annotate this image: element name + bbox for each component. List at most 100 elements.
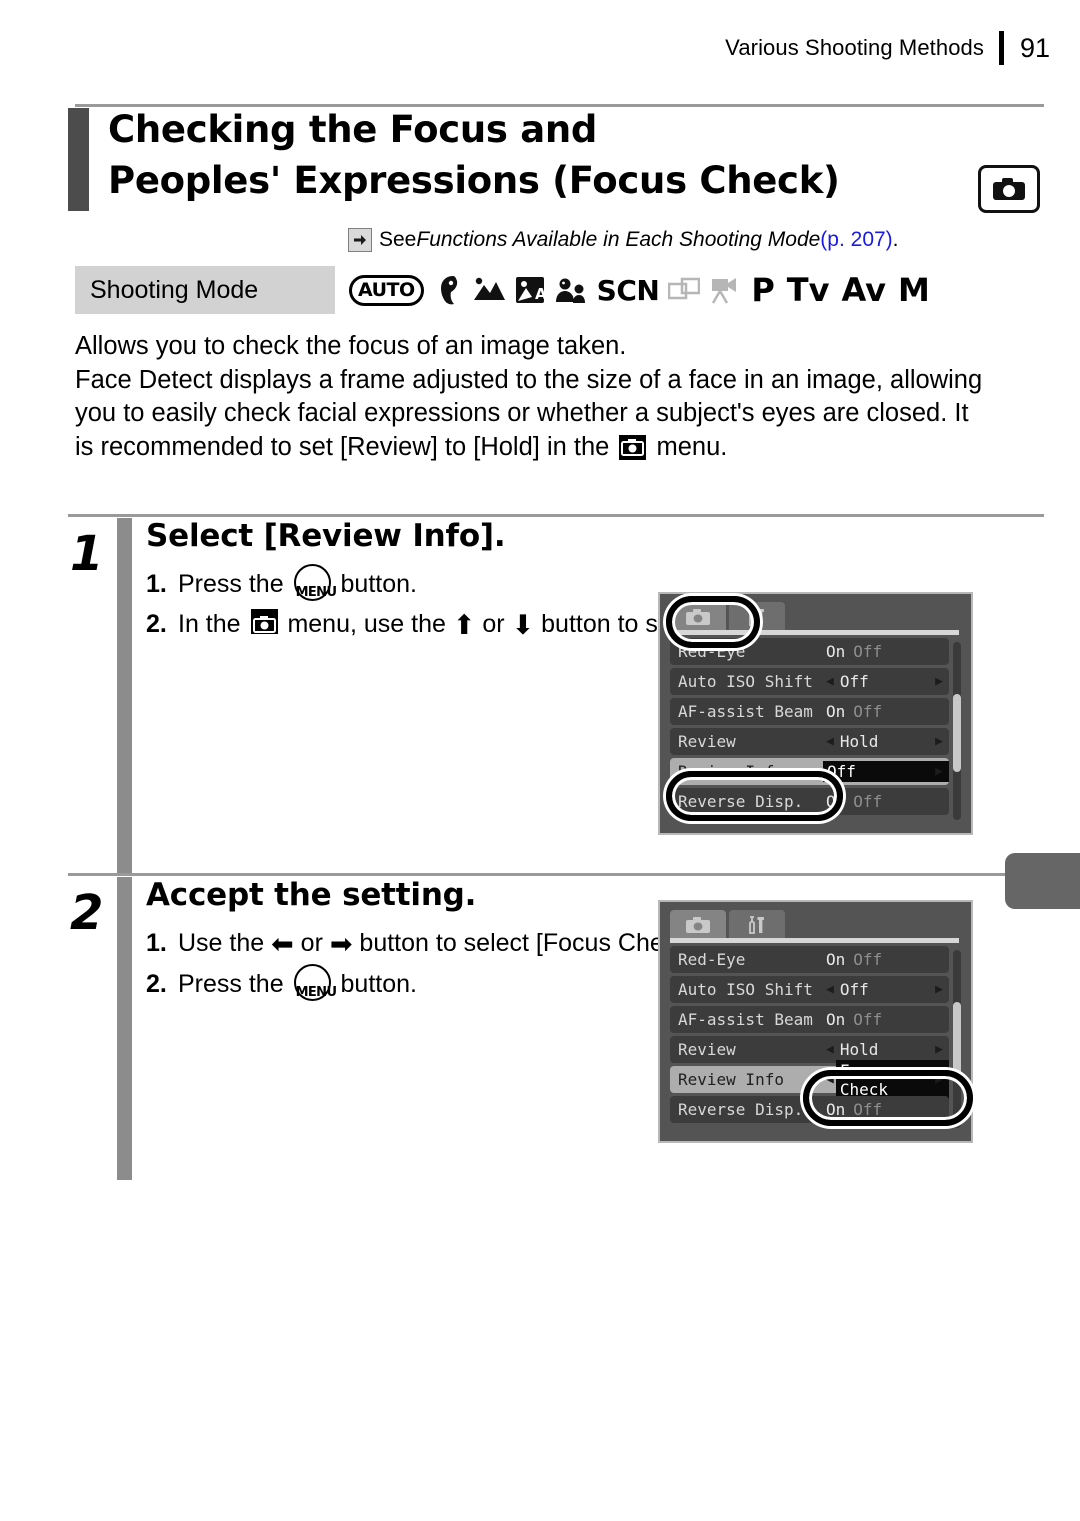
- page-title: Checking the Focus and Peoples' Expressi…: [108, 104, 840, 206]
- value-on: On: [826, 950, 846, 969]
- menu-row-review[interactable]: Review ◀ Hold ▶: [670, 728, 949, 755]
- menu-row-label: AF-assist Beam: [678, 702, 813, 721]
- menu-button-icon: MENU: [293, 964, 337, 1001]
- left-caret-icon[interactable]: ◀: [826, 1072, 834, 1087]
- left-caret-icon[interactable]: ◀: [826, 674, 834, 689]
- down-arrow-icon: ⬇: [511, 610, 535, 640]
- lcd-scrollbar-thumb-1[interactable]: [953, 694, 961, 772]
- see-also-page-link[interactable]: (p. 207): [820, 228, 892, 252]
- right-caret-icon[interactable]: ▶: [935, 982, 943, 997]
- step-2-substep-1-a: Use the: [178, 929, 272, 957]
- menu-row-value: ◀ Off ▶: [826, 671, 949, 692]
- step-2-substep-2-b: button.: [333, 970, 417, 998]
- lcd-scrollbar-track-1[interactable]: [953, 642, 961, 820]
- menu-row-value: On Off: [826, 642, 949, 661]
- menu-row-value: ◀ Focus Check ▶: [826, 1059, 949, 1100]
- intro-paragraph-2: Face Detect displays a frame adjusted to…: [75, 364, 990, 465]
- tv-mode-icon: Tv: [786, 271, 830, 309]
- left-caret-icon[interactable]: ◀: [826, 982, 834, 997]
- step-1-substep-2-b: menu, use the: [280, 610, 453, 638]
- menu-row-af-assist-beam[interactable]: AF-assist Beam On Off: [670, 1006, 949, 1033]
- movie-mode-icon: [709, 275, 739, 305]
- menu-row-label: Reverse Disp.: [678, 1100, 804, 1119]
- scn-mode-icon: SCN: [596, 273, 660, 307]
- camera-menu-icon: [619, 434, 647, 460]
- see-also-suffix: .: [892, 228, 899, 251]
- step-1-rule: [68, 514, 1044, 517]
- menu-row-review-info[interactable]: Review Info Off ▶: [670, 758, 949, 785]
- left-caret-icon[interactable]: ◀: [826, 1042, 834, 1057]
- camera-tab-icon[interactable]: [670, 910, 726, 940]
- menu-row-label: Review: [678, 1040, 736, 1059]
- menu-row-label: Red-Eye: [678, 950, 746, 969]
- see-also-reference: See Functions Available in Each Shooting…: [348, 228, 899, 252]
- landscape-mode-icon: [472, 275, 506, 305]
- value-off: Off: [853, 702, 883, 721]
- step-2-accent-bar: [117, 877, 132, 1180]
- menu-row-reverse-disp[interactable]: Reverse Disp. On Off: [670, 1096, 949, 1123]
- menu-row-red-eye[interactable]: Red-Eye On Off: [670, 946, 949, 973]
- menu-row-reverse-disp[interactable]: Reverse Disp. On Off: [670, 788, 949, 815]
- menu-row-auto-iso-shift[interactable]: Auto ISO Shift ◀ Off ▶: [670, 668, 949, 695]
- lcd-tab-underline-1: [670, 630, 959, 635]
- value-on: On: [826, 792, 846, 811]
- tools-tab-icon[interactable]: [729, 910, 785, 940]
- value-text: Hold: [839, 1040, 879, 1059]
- step-1-accent-bar: [117, 518, 132, 873]
- menu-row-label: Review: [678, 732, 736, 751]
- menu-row-label: AF-assist Beam: [678, 1010, 813, 1029]
- menu-row-label: Reverse Disp.: [678, 792, 804, 811]
- value-off: Off: [853, 1100, 883, 1119]
- value-text: Focus Check: [835, 1059, 949, 1100]
- camera-tab-icon[interactable]: [670, 602, 726, 632]
- step-2-substep-2-number: 2.: [146, 970, 167, 998]
- menu-row-af-assist-beam[interactable]: AF-assist Beam On Off: [670, 698, 949, 725]
- menu-row-value: On Off: [826, 1100, 949, 1119]
- right-arrow-icon: [348, 228, 372, 252]
- portrait-mode-icon: [433, 274, 463, 306]
- page-number: 91: [1020, 32, 1051, 63]
- right-arrow-icon: ➡: [329, 929, 353, 959]
- menu-row-label: Auto ISO Shift: [678, 672, 813, 691]
- review-info-off-screen: Red-Eye On Off Auto ISO Shift ◀ Off ▶ AF-as…: [658, 592, 973, 835]
- step-2-number: 2: [70, 885, 104, 941]
- lcd-scrollbar-thumb-2[interactable]: [953, 1002, 961, 1080]
- svg-text:A: A: [535, 285, 545, 303]
- see-also-prefix: See: [379, 228, 417, 251]
- left-caret-icon[interactable]: ◀: [826, 734, 834, 749]
- camera-menu-icon: [250, 609, 278, 634]
- up-arrow-icon: ⬆: [452, 610, 476, 640]
- menu-row-label: Auto ISO Shift: [678, 980, 813, 999]
- step-1-substep-2-a: In the: [178, 610, 248, 638]
- right-caret-icon[interactable]: ▶: [935, 764, 943, 779]
- intro-paragraph-2-b: menu.: [649, 432, 728, 461]
- right-caret-icon[interactable]: ▶: [935, 1072, 943, 1087]
- step-1-substep-1-b: button.: [333, 570, 417, 598]
- right-caret-icon[interactable]: ▶: [935, 1042, 943, 1057]
- step-2-rule: [68, 873, 1044, 876]
- menu-row-value: ◀ Hold ▶: [826, 731, 949, 752]
- auto-mode-icon: AUTO: [349, 274, 424, 306]
- lcd-tab-strip-1: [670, 602, 785, 632]
- lcd-tab-strip-2: [670, 910, 785, 940]
- page-edge-tab: [1005, 853, 1080, 909]
- shooting-mode-bar: Shooting Mode AUTO A SCN P Tv Av M: [75, 266, 980, 314]
- shooting-mode-label: Shooting Mode: [90, 275, 259, 304]
- menu-row-red-eye[interactable]: Red-Eye On Off: [670, 638, 949, 665]
- lcd-scrollbar-track-2[interactable]: [953, 950, 961, 1128]
- step-1-or: or: [475, 610, 512, 638]
- value-off: Off: [853, 792, 883, 811]
- menu-row-review-info[interactable]: Review Info ◀ Focus Check ▶: [670, 1059, 949, 1100]
- menu-row-value: On Off: [826, 792, 949, 811]
- review-info-focus-check-screen: Red-Eye On Off Auto ISO Shift ◀ Off ▶ AF-as…: [658, 900, 973, 1143]
- intro-text: Allows you to check the focus of an imag…: [75, 330, 990, 464]
- tools-tab-icon[interactable]: [729, 602, 785, 632]
- step-1-heading: Select [Review Info].: [146, 518, 506, 554]
- menu-row-auto-iso-shift[interactable]: Auto ISO Shift ◀ Off ▶: [670, 976, 949, 1003]
- right-caret-icon[interactable]: ▶: [935, 674, 943, 689]
- camera-icon: [978, 165, 1040, 213]
- lcd-menu-rows-1: Red-Eye On Off Auto ISO Shift ◀ Off ▶ AF-as…: [670, 638, 949, 818]
- night-snapshot-mode-icon: A: [515, 275, 545, 305]
- right-caret-icon[interactable]: ▶: [935, 734, 943, 749]
- menu-row-value: ◀ Off ▶: [826, 979, 949, 1000]
